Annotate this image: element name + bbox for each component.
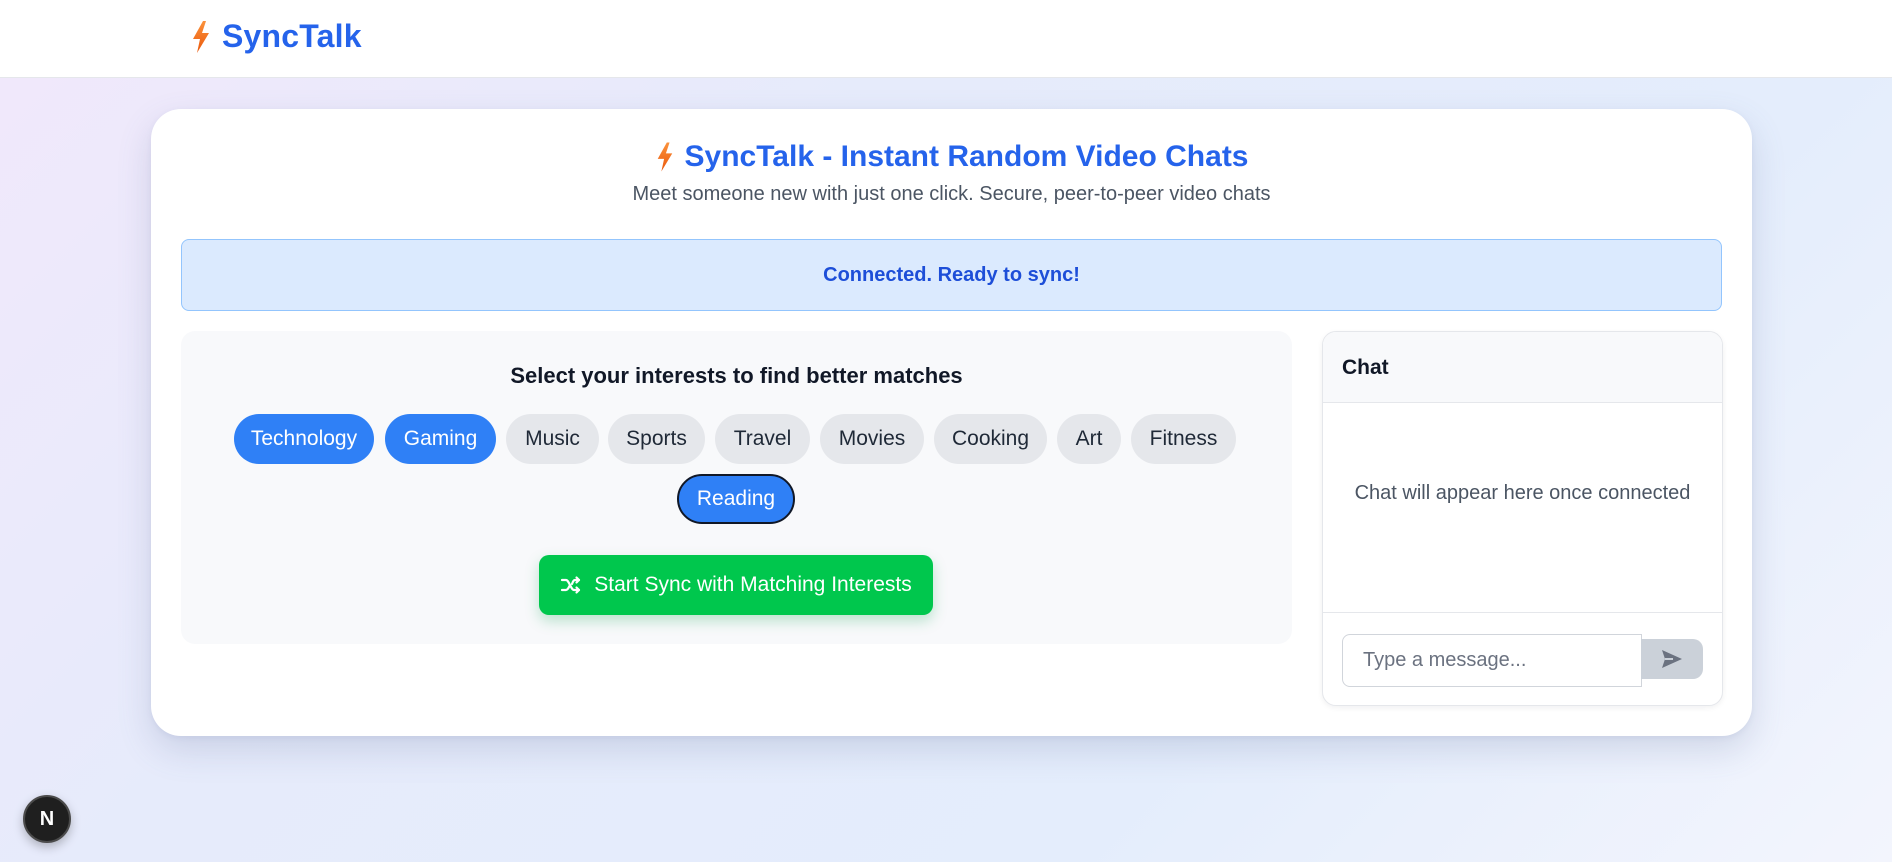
status-banner: Connected. Ready to sync! [181,239,1722,311]
chat-message-input[interactable] [1342,634,1642,687]
start-sync-label: Start Sync with Matching Interests [594,573,912,596]
chat-title: Chat [1342,356,1389,379]
interest-chip-music[interactable]: Music [506,414,599,464]
hero-subtitle: Meet someone new with just one click. Se… [632,183,1271,205]
start-sync-button[interactable]: Start Sync with Matching Interests [539,555,933,615]
interest-chip-gaming[interactable]: Gaming [385,414,496,464]
hero-title-text: SyncTalk - Instant Random Video Chats [684,140,1249,173]
chat-panel: Chat Chat will appear here once connecte… [1322,331,1723,706]
top-navbar: SyncTalk [0,0,1892,78]
interests-heading: Select your interests to find better mat… [510,363,963,388]
brand-name: SyncTalk [222,18,362,54]
interest-chip-sports[interactable]: Sports [608,414,705,464]
shuffle-icon [561,576,581,594]
interest-chip-travel[interactable]: Travel [715,414,810,464]
main-card: SyncTalk - Instant Random Video Chats Me… [151,109,1752,736]
dev-tools-badge[interactable]: N [23,795,71,843]
interests-panel: Select your interests to find better mat… [181,331,1292,644]
interest-chip-movies[interactable]: Movies [820,414,924,464]
interest-chip-technology[interactable]: Technology [234,414,374,464]
brand-logo[interactable]: SyncTalk [190,18,362,55]
bolt-icon [657,142,672,172]
hero-title: SyncTalk - Instant Random Video Chats [151,140,1752,174]
send-button[interactable] [1641,639,1703,679]
send-icon [1662,650,1682,668]
chat-composer [1323,612,1722,705]
chat-empty-message: Chat will appear here once connected [1354,482,1691,504]
chat-header: Chat [1323,332,1722,403]
interest-chip-reading[interactable]: Reading [677,474,795,524]
interest-chip-cooking[interactable]: Cooking [934,414,1047,464]
bolt-icon [193,20,209,53]
interest-chip-fitness[interactable]: Fitness [1131,414,1236,464]
interest-chip-art[interactable]: Art [1057,414,1121,464]
